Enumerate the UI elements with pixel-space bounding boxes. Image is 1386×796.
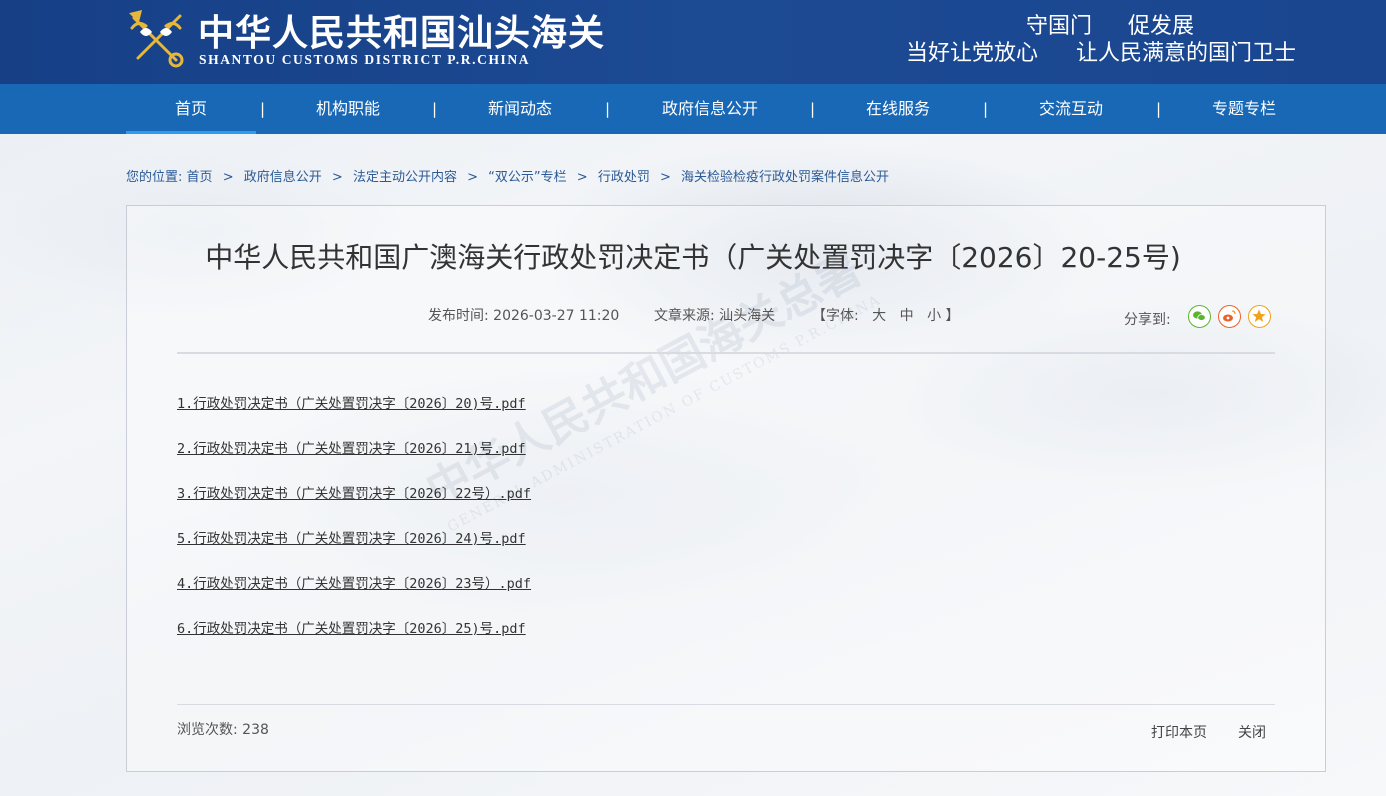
favorite-icon[interactable] <box>1248 305 1271 328</box>
nav-item-functions[interactable]: 机构职能 <box>296 84 400 134</box>
attachment-link[interactable]: 3.行政处罚决定书（广关处置罚决字〔2026〕22号）.pdf <box>177 482 531 527</box>
attachment-link[interactable]: 1.行政处罚决定书（广关处置罚决字〔2026〕20)号.pdf <box>177 392 531 437</box>
view-count-label: 浏览次数: <box>177 722 238 738</box>
site-title-en: SHANTOU CUSTOMS DISTRICT P.R.CHINA <box>199 52 531 67</box>
font-size-control: 【字体: 大 中 小 】 <box>812 305 960 325</box>
slogan-text: 当好让党放心 <box>906 41 1039 66</box>
nav-item-home[interactable]: 首页 <box>126 84 256 134</box>
breadcrumb-dual-publicity[interactable]: “双公示”专栏 <box>488 170 566 185</box>
attachment-link[interactable]: 6.行政处罚决定书（广关处置罚决字〔2026〕25)号.pdf <box>177 617 531 662</box>
breadcrumb-separator: > <box>659 170 671 185</box>
weibo-icon[interactable] <box>1218 305 1241 328</box>
source-value: 汕头海关 <box>719 308 776 324</box>
article-source: 文章来源: 汕头海关 <box>654 305 775 325</box>
nav-separator: | <box>1156 100 1162 118</box>
nav-separator: | <box>260 100 266 118</box>
font-size-medium[interactable]: 中 <box>900 308 914 324</box>
breadcrumb-statutory[interactable]: 法定主动公开内容 <box>353 170 457 185</box>
breadcrumb-prefix: 您的位置: <box>126 170 183 185</box>
slogan-line-2: 当好让党放心 让人民满意的国门卫士 <box>906 35 1296 67</box>
breadcrumb-separator: > <box>467 170 478 185</box>
nav-separator: | <box>983 100 989 118</box>
divider <box>177 352 1275 354</box>
breadcrumb-penalty[interactable]: 行政处罚 <box>598 170 650 185</box>
nav-item-gov-info[interactable]: 政府信息公开 <box>646 84 774 134</box>
site-title-cn: 中华人民共和国汕头海关 <box>198 12 606 54</box>
attachment-link[interactable]: 5.行政处罚决定书（广关处置罚决字〔2026〕24)号.pdf <box>177 527 531 572</box>
attachment-link[interactable]: 4.行政处罚决定书（广关处置罚决字〔2026〕23号）.pdf <box>177 572 531 617</box>
nav-separator: | <box>432 100 438 118</box>
breadcrumb-separator: > <box>331 170 343 185</box>
print-button[interactable]: 打印本页 <box>1151 722 1207 742</box>
publish-date-value: 2026-03-27 11:20 <box>493 308 620 324</box>
font-size-large[interactable]: 大 <box>872 308 886 324</box>
attachment-list: 1.行政处罚决定书（广关处置罚决字〔2026〕20)号.pdf 2.行政处罚决定… <box>177 392 531 662</box>
view-count: 浏览次数: 238 <box>177 719 269 739</box>
nav-item-news[interactable]: 新闻动态 <box>468 84 572 134</box>
site-header: 中华人民共和国汕头海关 SHANTOU CUSTOMS DISTRICT P.R… <box>0 0 1386 84</box>
nav-item-interaction[interactable]: 交流互动 <box>1019 84 1123 134</box>
font-size-label: 【字体: <box>812 308 859 324</box>
publish-date-label: 发布时间: <box>428 308 489 324</box>
nav-item-special[interactable]: 专题专栏 <box>1192 84 1296 134</box>
article-title: 中华人民共和国广澳海关行政处罚决定书（广关处置罚决字〔2026〕20-25号) <box>205 241 1181 274</box>
divider <box>177 704 1275 705</box>
view-count-value: 238 <box>242 722 269 738</box>
nav-item-online-service[interactable]: 在线服务 <box>846 84 950 134</box>
publish-date: 发布时间: 2026-03-27 11:20 <box>428 305 619 325</box>
wechat-icon[interactable] <box>1188 305 1211 328</box>
nav-separator: | <box>810 100 816 118</box>
nav-separator: | <box>605 100 611 118</box>
font-size-small[interactable]: 小 <box>927 308 941 324</box>
font-size-end: 】 <box>945 308 960 324</box>
close-button[interactable]: 关闭 <box>1238 722 1266 742</box>
breadcrumb-home[interactable]: 首页 <box>187 170 213 185</box>
slogan-text: 让人民满意的国门卫士 <box>1076 41 1297 66</box>
main-nav: 首页 | 机构职能 | 新闻动态 | 政府信息公开 | 在线服务 | 交流互动 … <box>0 84 1386 134</box>
customs-emblem-icon <box>129 9 184 68</box>
share-label: 分享到: <box>1124 312 1171 328</box>
breadcrumb-gov-info[interactable]: 政府信息公开 <box>244 170 322 185</box>
breadcrumb-separator: > <box>222 170 234 185</box>
breadcrumb-separator: > <box>576 170 588 185</box>
source-label: 文章来源: <box>654 308 715 324</box>
breadcrumb-current[interactable]: 海关检验检疫行政处罚案件信息公开 <box>681 170 889 185</box>
attachment-link[interactable]: 2.行政处罚决定书（广关处置罚决字〔2026〕21)号.pdf <box>177 437 531 482</box>
breadcrumb: 您的位置: 首页 > 政府信息公开 > 法定主动公开内容 > “双公示”专栏 >… <box>126 166 889 185</box>
